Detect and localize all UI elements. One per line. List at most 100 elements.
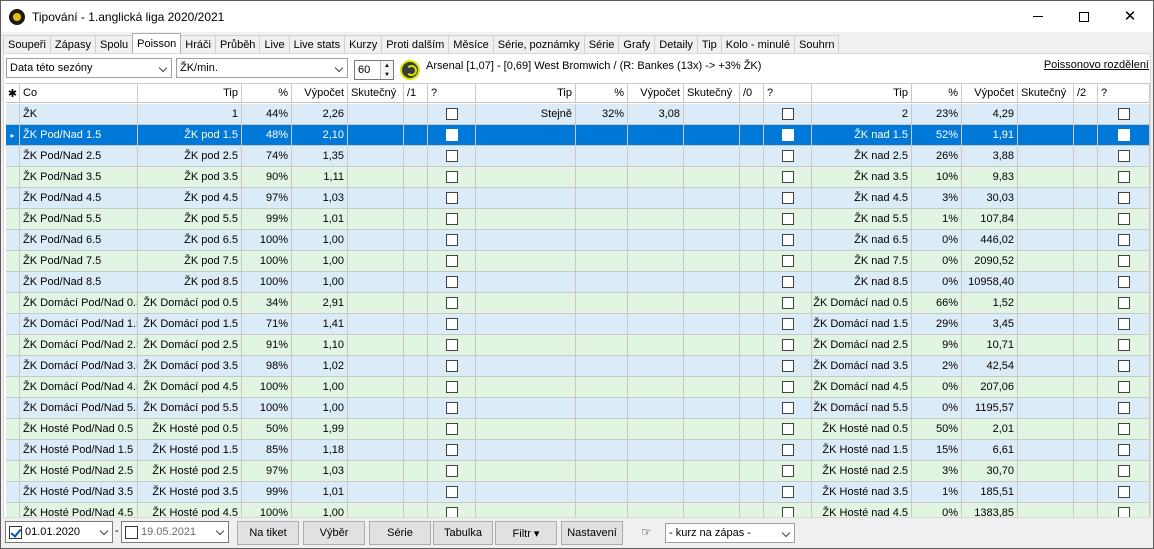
column-header[interactable]: Tip [138, 84, 242, 102]
row-checkbox[interactable] [445, 507, 458, 517]
column-header[interactable]: Tip [812, 84, 912, 102]
header-marker[interactable]: ✱ [6, 84, 20, 102]
row-checkbox[interactable] [781, 150, 794, 162]
column-header[interactable]: ? [1098, 84, 1150, 102]
column-header[interactable]: % [242, 84, 292, 102]
table-row[interactable]: ŽK Hosté Pod/Nad 0.5 ŽK Hosté pod 0.5 50% 1… [6, 419, 1150, 440]
column-header[interactable]: ? [764, 84, 812, 102]
row-checkbox[interactable] [1117, 213, 1130, 225]
row-checkbox[interactable] [445, 402, 458, 414]
row-checkbox[interactable] [1117, 255, 1130, 267]
table-row[interactable]: ŽK Domácí Pod/Nad 0.5 ŽK Domácí pod 0.5 34… [6, 293, 1150, 314]
tab-9[interactable]: Proti dalším [381, 35, 450, 53]
odds-select[interactable]: - kurz na zápas - [665, 523, 795, 543]
row-checkbox[interactable] [445, 423, 458, 435]
table-row[interactable]: ŽK Pod/Nad 5.5 ŽK pod 5.5 99% 1,01 ŽK nad 5.… [6, 209, 1150, 230]
tab-7[interactable]: Live stats [288, 35, 346, 53]
row-checkbox[interactable] [1117, 276, 1130, 288]
row-checkbox[interactable] [1117, 402, 1130, 414]
row-checkbox[interactable] [781, 423, 794, 435]
date-from-checkbox[interactable] [9, 525, 22, 539]
row-checkbox[interactable] [445, 192, 458, 204]
row-checkbox[interactable] [1117, 150, 1130, 162]
maximize-button[interactable] [1061, 1, 1107, 32]
row-checkbox[interactable] [1117, 297, 1130, 309]
column-header[interactable]: % [576, 84, 628, 102]
row-checkbox[interactable] [781, 339, 794, 351]
table-row[interactable]: ŽK Domácí Pod/Nad 1.5 ŽK Domácí pod 1.5 71… [6, 314, 1150, 335]
bottom-button-2[interactable]: Série [369, 521, 431, 545]
column-header[interactable]: Skutečný [684, 84, 740, 102]
minimize-button[interactable] [1015, 1, 1061, 32]
stepper-buttons[interactable]: ▲ ▼ [380, 61, 393, 79]
bottom-button-1[interactable]: Výběr [303, 521, 365, 545]
row-checkbox[interactable] [781, 129, 794, 141]
tab-8[interactable]: Kurzy [344, 35, 383, 53]
row-checkbox[interactable] [445, 381, 458, 393]
table-row[interactable]: ŽK Domácí Pod/Nad 5.5 ŽK Domácí pod 5.5 10… [6, 398, 1150, 419]
tab-10[interactable]: Měsíce [448, 35, 494, 53]
row-checkbox[interactable] [1117, 339, 1130, 351]
row-checkbox[interactable] [781, 360, 794, 372]
row-checkbox[interactable] [781, 297, 794, 309]
table-row[interactable]: ▸ ŽK Pod/Nad 1.5 ŽK pod 1.5 48% 2,10 ŽK nad 1… [6, 125, 1150, 146]
tab-16[interactable]: Kolo - minulé [720, 35, 795, 53]
row-checkbox[interactable] [445, 108, 458, 120]
row-checkbox[interactable] [1117, 192, 1130, 204]
tab-1[interactable]: Zápasy [49, 35, 96, 53]
bottom-button-0[interactable]: Na tiket [237, 521, 299, 545]
season-select[interactable]: Data této sezóny [6, 58, 172, 78]
row-checkbox[interactable] [445, 318, 458, 330]
tab-14[interactable]: Detaily [654, 35, 698, 53]
column-header[interactable]: ? [428, 84, 476, 102]
row-checkbox[interactable] [781, 507, 794, 517]
row-checkbox[interactable] [445, 465, 458, 477]
row-checkbox[interactable] [445, 255, 458, 267]
table-row[interactable]: ŽK Pod/Nad 2.5 ŽK pod 2.5 74% 1,35 ŽK nad 2.… [6, 146, 1150, 167]
poisson-grid[interactable]: ✱ Co Tip% Výpočet Skutečný/1? Tip% Výpočet Skut… [6, 83, 1150, 517]
row-checkbox[interactable] [445, 276, 458, 288]
row-checkbox[interactable] [1117, 507, 1130, 517]
row-checkbox[interactable] [781, 192, 794, 204]
column-header[interactable]: Skutečný [348, 84, 404, 102]
row-checkbox[interactable] [781, 108, 794, 120]
tab-2[interactable]: Spolu [95, 35, 134, 53]
row-checkbox[interactable] [781, 381, 794, 393]
date-from-picker[interactable]: 01.01.2020 [5, 521, 113, 543]
tab-5[interactable]: Průběh [214, 35, 261, 53]
row-checkbox[interactable] [781, 402, 794, 414]
column-header[interactable]: % [912, 84, 962, 102]
bottom-button-3[interactable]: Tabulka [433, 521, 493, 545]
tab-12[interactable]: Série [583, 35, 620, 53]
row-checkbox[interactable] [445, 339, 458, 351]
table-row[interactable]: ŽK Pod/Nad 7.5 ŽK pod 7.5 100% 1,00 ŽK nad 7… [6, 251, 1150, 272]
tab-17[interactable]: Souhrn [794, 35, 840, 53]
table-row[interactable]: ŽK Domácí Pod/Nad 3.5 ŽK Domácí pod 3.5 98… [6, 356, 1150, 377]
table-row[interactable]: ŽK Pod/Nad 4.5 ŽK pod 4.5 97% 1,03 ŽK nad 4.… [6, 188, 1150, 209]
row-checkbox[interactable] [1117, 108, 1130, 120]
row-checkbox[interactable] [1117, 486, 1130, 498]
row-checkbox[interactable] [1117, 444, 1130, 456]
tab-3[interactable]: Poisson [132, 33, 182, 53]
row-checkbox[interactable] [445, 297, 458, 309]
column-header[interactable]: Výpočet [292, 84, 348, 102]
row-checkbox[interactable] [1117, 234, 1130, 246]
row-checkbox[interactable] [445, 486, 458, 498]
row-checkbox[interactable] [1117, 423, 1130, 435]
stepper-down-icon[interactable]: ▼ [381, 70, 393, 79]
row-checkbox[interactable] [445, 171, 458, 183]
table-row[interactable]: ŽK Hosté Pod/Nad 1.5 ŽK Hosté pod 1.5 85% 1… [6, 440, 1150, 461]
tab-11[interactable]: Série, poznámky [492, 35, 585, 53]
row-checkbox[interactable] [781, 486, 794, 498]
stepper-up-icon[interactable]: ▲ [381, 61, 393, 70]
column-header[interactable]: /2 [1074, 84, 1098, 102]
row-checkbox[interactable] [781, 213, 794, 225]
column-header[interactable]: /0 [740, 84, 764, 102]
metric-select[interactable]: ŽK/min. [176, 58, 348, 78]
table-row[interactable]: ŽK Hosté Pod/Nad 3.5 ŽK Hosté pod 3.5 99% 1… [6, 482, 1150, 503]
table-row[interactable]: ŽK Domácí Pod/Nad 2.5 ŽK Domácí pod 2.5 91… [6, 335, 1150, 356]
row-checkbox[interactable] [1117, 318, 1130, 330]
row-checkbox[interactable] [781, 318, 794, 330]
table-row[interactable]: ŽK Pod/Nad 6.5 ŽK pod 6.5 100% 1,00 ŽK nad 6… [6, 230, 1150, 251]
refresh-icon[interactable] [400, 60, 420, 80]
